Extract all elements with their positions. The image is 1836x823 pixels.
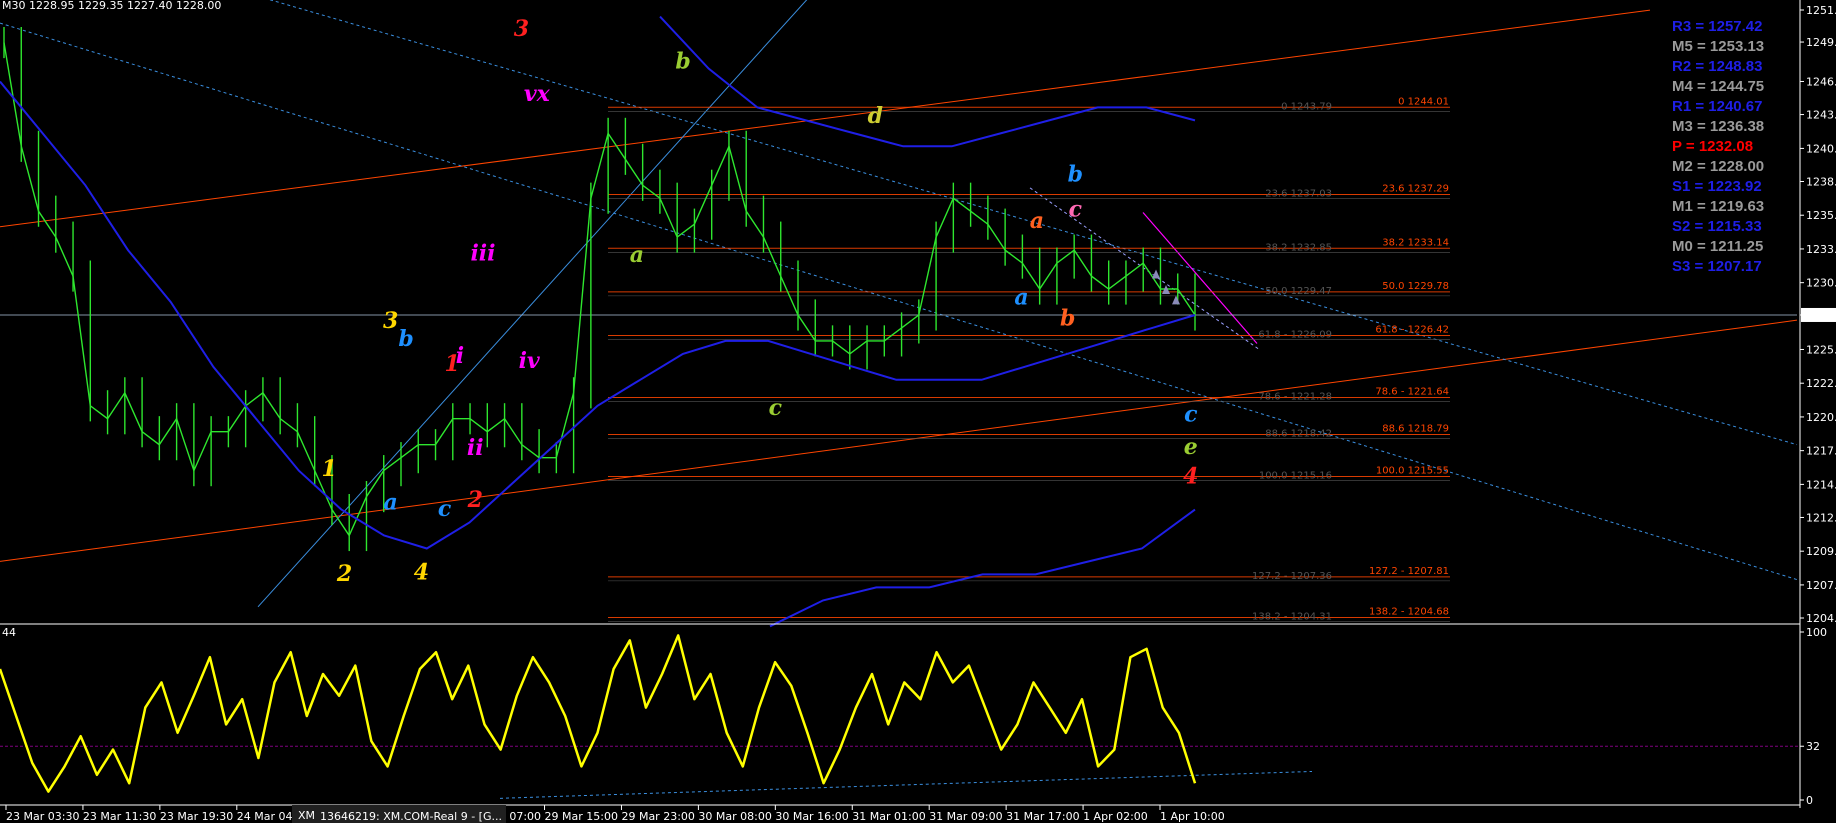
time-axis-label: 23 Mar 11:30 [83,810,156,823]
fib-level-ghost-label: 61.8 - 1226.09 [1258,329,1332,340]
time-axis-label: 31 Mar 17:00 [1006,810,1079,823]
fib-level-label: 127.2 - 1207.81 [1369,566,1449,577]
wave-count-label: 4 [1183,464,1198,490]
price-axis-tick-label: 1214.94 [1806,478,1836,491]
wave-count-label: c [1069,196,1083,222]
price-axis-tick-label: 1238.29 [1806,175,1836,188]
price-axis-tick-label: 1230.49 [1806,277,1836,290]
wave-count-label: 2 [467,487,483,513]
pivot-level-label: M2 = 1228.00 [1672,158,1764,175]
current-price-badge-label: 1228.00 [1804,309,1836,322]
wave-count-label: b [398,326,413,352]
price-axis-tick-label: 1235.69 [1806,209,1836,222]
time-axis-label: 1 Apr 02:00 [1083,810,1148,823]
fib-level-label: 78.6 - 1221.64 [1375,386,1449,397]
time-axis-label: 31 Mar 01:00 [852,810,925,823]
chart-header-readout: M30 1228.95 1229.35 1227.40 1228.00 [2,0,221,12]
fib-level-label: 88.6 1218.79 [1382,423,1449,434]
fib-level-label: 23.6 1237.29 [1382,183,1449,194]
fib-level-label: 50.0 1229.78 [1382,281,1449,292]
pivot-level-label: M0 = 1211.25 [1672,238,1763,255]
wave-count-label: c [1184,401,1198,427]
time-axis-label: 23 Mar 19:30 [160,810,233,823]
oscillator-value-label: 44 [2,626,16,639]
pivot-level-label: S2 = 1215.33 [1672,218,1762,235]
price-axis-tick-label: 1220.14 [1806,411,1836,424]
fib-level-ghost-label: 88.6 1218.42 [1265,428,1332,439]
pivot-level-label: R2 = 1248.83 [1672,58,1763,75]
price-axis-tick-label: 1217.54 [1806,445,1836,458]
wave-count-label: a [630,242,644,268]
fib-level-label: 61.8 - 1226.42 [1375,324,1449,335]
fib-level-label: 138.2 - 1204.68 [1369,606,1449,617]
wave-count-label: vx [524,81,551,107]
price-axis-tick-label: 1212.39 [1806,511,1836,524]
wave-count-label: b [675,49,690,75]
oscillator-axis-tick-label: 32 [1806,740,1820,753]
account-tab-label: 13646219: XM.COM-Real 9 - [G... [320,810,502,823]
price-axis-tick-label: 1233.09 [1806,243,1836,256]
account-tab-icon: XM [298,809,315,822]
wave-count-label: a [384,490,398,516]
price-axis-tick-label: 1222.74 [1806,377,1836,390]
price-chart[interactable]: 0 1244.01 0 1243.79 23.6 1237.29 23.6 1237.… [0,0,1836,823]
price-axis-tick-label: 1207.19 [1806,579,1836,592]
fib-level-label: 0 1244.01 [1398,96,1449,107]
wave-count-label: iv [519,348,540,374]
pivot-level-label: M5 = 1253.13 [1672,38,1764,55]
wave-count-label: ii [467,435,484,461]
pivot-level-label: P = 1232.08 [1672,138,1753,155]
pivot-level-label: M1 = 1219.63 [1672,198,1764,215]
price-axis-tick-label: 1240.84 [1806,142,1836,155]
time-axis-label: 30 Mar 08:00 [698,810,771,823]
fib-level-ghost-label: 38.2 1232.85 [1265,242,1332,253]
pivot-level-label: S1 = 1223.92 [1672,178,1762,195]
fib-level-ghost-label: 78.6 - 1221.28 [1258,391,1332,402]
fib-level-ghost-label: 50.0 1229.47 [1265,286,1332,297]
fib-level-label: 100.0 1215.55 [1376,465,1449,476]
fib-level-ghost-label: 138.2 - 1204.31 [1252,611,1332,622]
fib-level-ghost-label: 23.6 1237.03 [1265,188,1332,199]
price-axis-tick-label: 1246.00 [1806,75,1836,88]
time-axis-label: 1 Apr 10:00 [1160,810,1225,823]
wave-count-label: 3 [514,16,529,42]
price-axis-tick-label: 1243.45 [1806,109,1836,122]
pivot-level-label: R3 = 1257.42 [1672,18,1763,35]
time-axis-label: 31 Mar 09:00 [929,810,1002,823]
fib-level-ghost-label: 0 1243.79 [1281,101,1332,112]
wave-count-label: c [438,496,452,522]
oscillator-axis-tick-label: 0 [1806,794,1813,807]
wave-count-label: b [1060,305,1075,331]
wave-count-label: 1 [321,456,336,482]
wave-count-label: 2 [336,561,352,587]
wave-count-label: c [769,395,783,421]
time-axis-label: 29 Mar 15:00 [545,810,618,823]
oscillator-axis-tick-label: 100 [1806,626,1827,639]
wave-count-label: b [1068,161,1083,187]
wave-count-label: a [1014,285,1028,311]
wave-count-label: e [1184,434,1198,460]
time-axis-label: 29 Mar 23:00 [621,810,694,823]
time-axis-label: 23 Mar 03:30 [6,810,79,823]
pivot-level-label: M3 = 1236.38 [1672,118,1764,135]
wave-count-label: iii [470,240,495,266]
pivot-level-label: M4 = 1244.75 [1672,78,1764,95]
fib-level-label: 38.2 1233.14 [1382,237,1449,248]
price-axis-tick-label: 1249.04 [1806,36,1836,49]
fib-level-ghost-label: 127.2 - 1207.36 [1252,571,1332,582]
pivot-level-label: S3 = 1207.17 [1672,258,1762,275]
price-axis-tick-label: 1204.64 [1806,612,1836,625]
fib-level-ghost-label: 100.0 1215.16 [1259,470,1332,481]
price-axis-tick-label: 1209.79 [1806,545,1836,558]
pivot-level-label: R1 = 1240.67 [1672,98,1763,115]
wave-count-label: 4 [414,560,429,586]
price-axis-tick-label: 1225.34 [1806,343,1836,356]
wave-count-label: d [868,103,883,129]
wave-count-label: a [1030,208,1044,234]
wave-count-label: i [456,343,464,369]
time-axis-label: 30 Mar 16:00 [775,810,848,823]
wave-count-label: 3 [383,308,398,334]
price-axis-tick-label: 1251.51 [1806,4,1836,17]
